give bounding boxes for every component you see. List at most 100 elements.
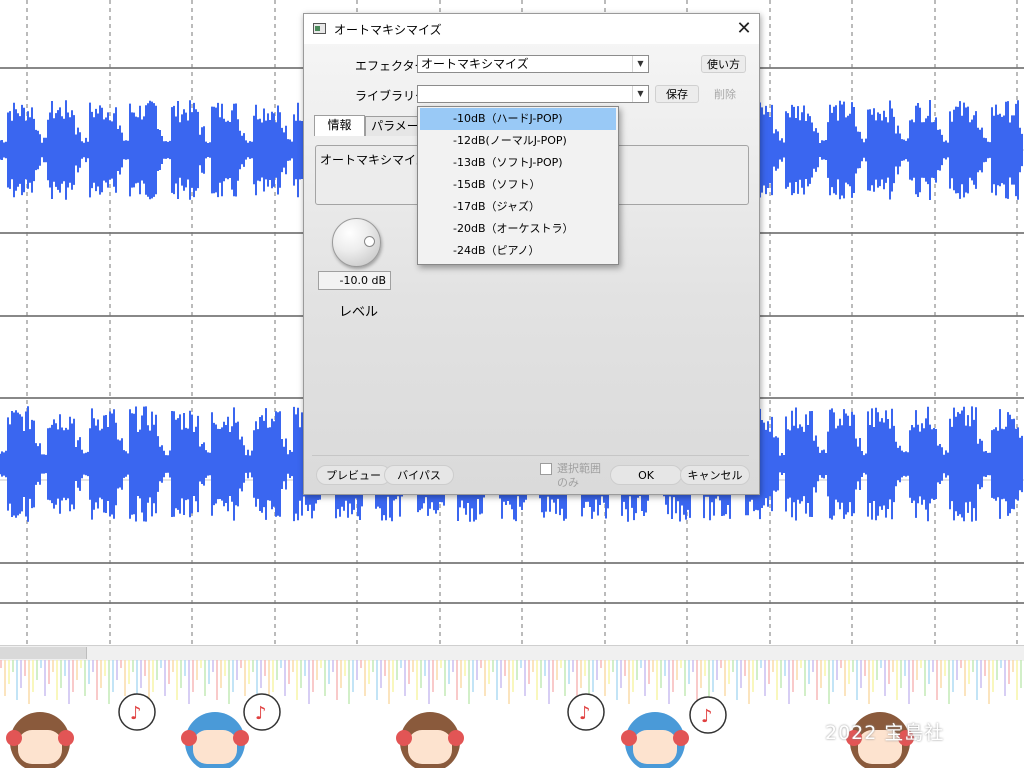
- banner-stripe: [304, 660, 306, 676]
- banner-stripe: [72, 660, 74, 692]
- headphone-icon: [58, 730, 74, 746]
- banner-stripe: [128, 660, 130, 684]
- banner-stripe: [612, 660, 614, 672]
- banner-stripe: [956, 660, 958, 680]
- close-icon[interactable]: ✕: [729, 14, 759, 44]
- banner-stripe: [412, 660, 414, 672]
- banner-stripe: [796, 660, 798, 680]
- preview-button[interactable]: プレビュー: [316, 465, 391, 485]
- music-note-icon: ♪: [579, 703, 591, 724]
- dropdown-item[interactable]: -17dB（ジャズ）: [420, 196, 616, 218]
- headphone-icon: [181, 730, 197, 746]
- banner-stripe: [656, 660, 658, 700]
- banner-stripe: [400, 660, 402, 668]
- banner-stripe: [664, 660, 666, 676]
- banner-stripe: [812, 660, 814, 672]
- banner-stripe: [236, 660, 238, 680]
- banner-stripe: [544, 660, 546, 676]
- cancel-button[interactable]: キャンセル: [680, 465, 750, 485]
- banner-stripe: [696, 660, 698, 700]
- banner-stripe: [44, 660, 46, 696]
- dropdown-item[interactable]: -10dB（ハードJ-POP): [420, 108, 616, 130]
- dropdown-item[interactable]: -12dB(ノーマルJ-POP): [420, 130, 616, 152]
- banner-stripe: [872, 660, 874, 692]
- banner-stripe: [948, 660, 950, 704]
- banner-stripe: [464, 660, 466, 676]
- headphone-icon: [621, 730, 637, 746]
- headphone-icon: [396, 730, 412, 746]
- tab-parameters[interactable]: パラメー: [365, 116, 425, 136]
- library-select[interactable]: ▼: [417, 85, 649, 103]
- banner-stripe: [828, 660, 830, 704]
- banner-stripe: [456, 660, 458, 700]
- banner-stripe: [108, 660, 110, 704]
- banner-stripe: [556, 660, 558, 680]
- banner-stripe: [572, 660, 574, 672]
- banner-stripe: [804, 660, 806, 696]
- banner-stripe: [736, 660, 738, 700]
- banner-stripe: [676, 660, 678, 680]
- banner-stripe: [396, 660, 398, 680]
- banner-stripe: [748, 660, 750, 704]
- scrollbar-thumb[interactable]: [0, 647, 87, 659]
- horizontal-scrollbar[interactable]: [0, 645, 1024, 661]
- banner-stripe: [272, 660, 274, 692]
- banner-stripe: [1000, 660, 1002, 668]
- selection-only-checkbox[interactable]: [540, 463, 552, 475]
- banner-stripe: [492, 660, 494, 672]
- save-button[interactable]: 保存: [655, 85, 699, 103]
- banner-stripe: [760, 660, 762, 668]
- banner-stripe: [132, 660, 134, 672]
- banner-stripe: [292, 660, 294, 672]
- banner-stripe: [96, 660, 98, 700]
- banner-stripe: [184, 660, 186, 676]
- chevron-down-icon[interactable]: ▼: [632, 86, 648, 102]
- banner-stripe: [260, 660, 262, 688]
- banner-stripe: [4, 660, 6, 696]
- dropdown-item[interactable]: -13dB（ソフトJ-POP): [420, 152, 616, 174]
- banner-stripe: [1008, 660, 1010, 684]
- character-face: [193, 730, 237, 764]
- tab-info[interactable]: 情報: [314, 115, 365, 136]
- banner-stripe: [8, 660, 10, 684]
- banner-stripe: [516, 660, 518, 680]
- banner-stripe: [0, 660, 2, 668]
- ok-button[interactable]: OK: [610, 465, 682, 485]
- banner-stripe: [388, 660, 390, 704]
- bypass-button[interactable]: バイパス: [384, 465, 454, 485]
- banner-stripe: [384, 660, 386, 676]
- banner-stripe: [816, 660, 818, 700]
- title-bar[interactable]: オートマキシマイズ ✕: [304, 14, 759, 44]
- effector-select[interactable]: オートマキシマイズ ▼: [417, 55, 649, 73]
- chevron-down-icon[interactable]: ▼: [632, 56, 648, 72]
- banner-stripe: [888, 660, 890, 684]
- dropdown-item[interactable]: -15dB（ソフト）: [420, 174, 616, 196]
- banner-stripe: [680, 660, 682, 668]
- banner-stripe: [568, 660, 570, 684]
- banner-stripe: [880, 660, 882, 668]
- banner-stripe: [484, 660, 486, 696]
- knob-indicator: [364, 236, 375, 247]
- banner-stripe: [988, 660, 990, 704]
- music-note-icon: ♪: [255, 703, 267, 724]
- banner-stripe: [60, 660, 62, 688]
- dropdown-item[interactable]: -20dB（オーケストラ）: [420, 218, 616, 240]
- banner-stripe: [244, 660, 246, 696]
- banner-stripe: [152, 660, 154, 692]
- usage-button[interactable]: 使い方: [701, 55, 746, 73]
- banner-stripe: [204, 660, 206, 696]
- level-knob[interactable]: [332, 218, 381, 267]
- banner-stripe: [176, 660, 178, 700]
- banner-stripe: [1016, 660, 1018, 700]
- banner-stripe: [372, 660, 374, 672]
- banner-stripe: [420, 660, 422, 688]
- banner-stripe: [652, 660, 654, 672]
- banner-stripe: [220, 660, 222, 688]
- banner-stripe: [720, 660, 722, 668]
- banner-stripe: [476, 660, 478, 680]
- level-value-field[interactable]: -10.0 dB: [318, 271, 391, 290]
- library-dropdown-list[interactable]: -10dB（ハードJ-POP) -12dB(ノーマルJ-POP) -13dB（ソ…: [417, 106, 619, 265]
- dropdown-item[interactable]: -24dB（ピアノ）: [420, 240, 616, 262]
- banner-stripe: [688, 660, 690, 684]
- banner-stripe: [592, 660, 594, 692]
